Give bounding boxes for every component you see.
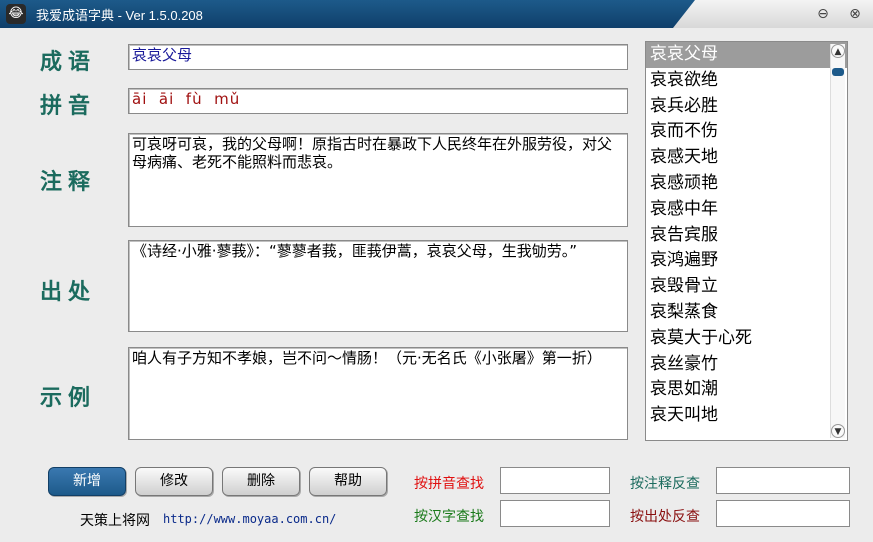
list-item[interactable]: 哀梨蒸食 [646,300,847,326]
idiom-listbox[interactable]: 哀哀父母 哀哀欲绝 哀兵必胜 哀而不伤 哀感天地 哀感顽艳 哀感中年 哀告宾服 哀鸿遍野 哀毁骨立… [645,41,848,441]
explanation-textarea[interactable]: 可哀呀可哀，我的父母啊！原指古时在暴政下人民终年在外服劳役，对父母病痛、老死不能… [128,133,628,227]
search-pinyin-label: 按拼音查找 [414,476,484,492]
search-source-label: 按出处反查 [630,509,700,525]
scroll-up-icon[interactable]: ▲ [831,44,845,58]
window-title: 我爱成语字典 - Ver 1.5.0.208 [36,8,203,23]
list-item[interactable]: 哀哀父母 [646,42,847,68]
delete-button[interactable]: 删除 [222,467,300,496]
list-item[interactable]: 哀毁骨立 [646,274,847,300]
explanation-label: 注释 [40,170,97,195]
list-item[interactable]: 哀感天地 [646,145,847,171]
list-item[interactable]: 哀鸿遍野 [646,248,847,274]
list-item[interactable]: 哀丝豪竹 [646,352,847,378]
close-icon[interactable]: ⊗ [845,4,865,24]
scroll-thumb[interactable] [832,68,844,76]
search-pinyin-input[interactable] [500,467,610,494]
site-name: 天策上将网 [80,513,150,529]
search-hanzi-input[interactable] [500,500,610,527]
scroll-down-icon[interactable]: ▼ [831,424,845,438]
help-button[interactable]: 帮助 [309,467,387,496]
list-scrollbar[interactable]: ▲ ▼ [830,44,845,438]
title-bar[interactable]: 😂 我爱成语字典 - Ver 1.5.0.208 ⊖ ⊗ [0,0,873,28]
pinyin-input[interactable]: āi āi fù mǔ [128,88,628,114]
title-bar-controls-area [673,0,873,28]
list-item[interactable]: 哀而不伤 [646,119,847,145]
source-label: 出处 [40,280,97,305]
list-item[interactable]: 哀感中年 [646,197,847,223]
main-window: 😂 我爱成语字典 - Ver 1.5.0.208 ⊖ ⊗ 成语 拼音 注释 出处… [0,0,873,542]
site-url-link[interactable]: http://www.moyaa.com.cn/ [163,512,336,526]
list-item[interactable]: 哀哀欲绝 [646,68,847,94]
source-textarea[interactable]: 《诗经·小雅·蓼莪》：“蓼蓼者莪，匪莪伊蒿，哀哀父母，生我劬劳。” [128,240,628,332]
list-item[interactable]: 哀告宾服 [646,223,847,249]
list-item[interactable]: 哀兵必胜 [646,94,847,120]
edit-button[interactable]: 修改 [135,467,213,496]
search-hanzi-label: 按汉字查找 [414,509,484,525]
list-item[interactable]: 哀感顽艳 [646,171,847,197]
list-item[interactable]: 哀天叫地 [646,403,847,429]
search-explanation-input[interactable] [716,467,850,494]
idiom-label: 成语 [40,50,97,75]
search-source-input[interactable] [716,500,850,527]
minimize-icon[interactable]: ⊖ [813,4,833,24]
list-item[interactable]: 哀莫大于心死 [646,326,847,352]
example-label: 示例 [40,386,97,411]
pinyin-label: 拼音 [40,94,97,119]
idiom-input[interactable]: 哀哀父母 [128,44,628,70]
idiom-list-items: 哀哀父母 哀哀欲绝 哀兵必胜 哀而不伤 哀感天地 哀感顽艳 哀感中年 哀告宾服 哀鸿遍野 哀毁骨立… [646,42,847,429]
app-icon: 😂 [6,4,26,24]
search-explanation-label: 按注释反查 [630,476,700,492]
add-button[interactable]: 新增 [48,467,126,496]
example-textarea[interactable]: 咱人有子方知不孝娘，岂不问～情肠！（元·无名氏《小张屠》第一折） [128,347,628,440]
list-item[interactable]: 哀思如潮 [646,377,847,403]
